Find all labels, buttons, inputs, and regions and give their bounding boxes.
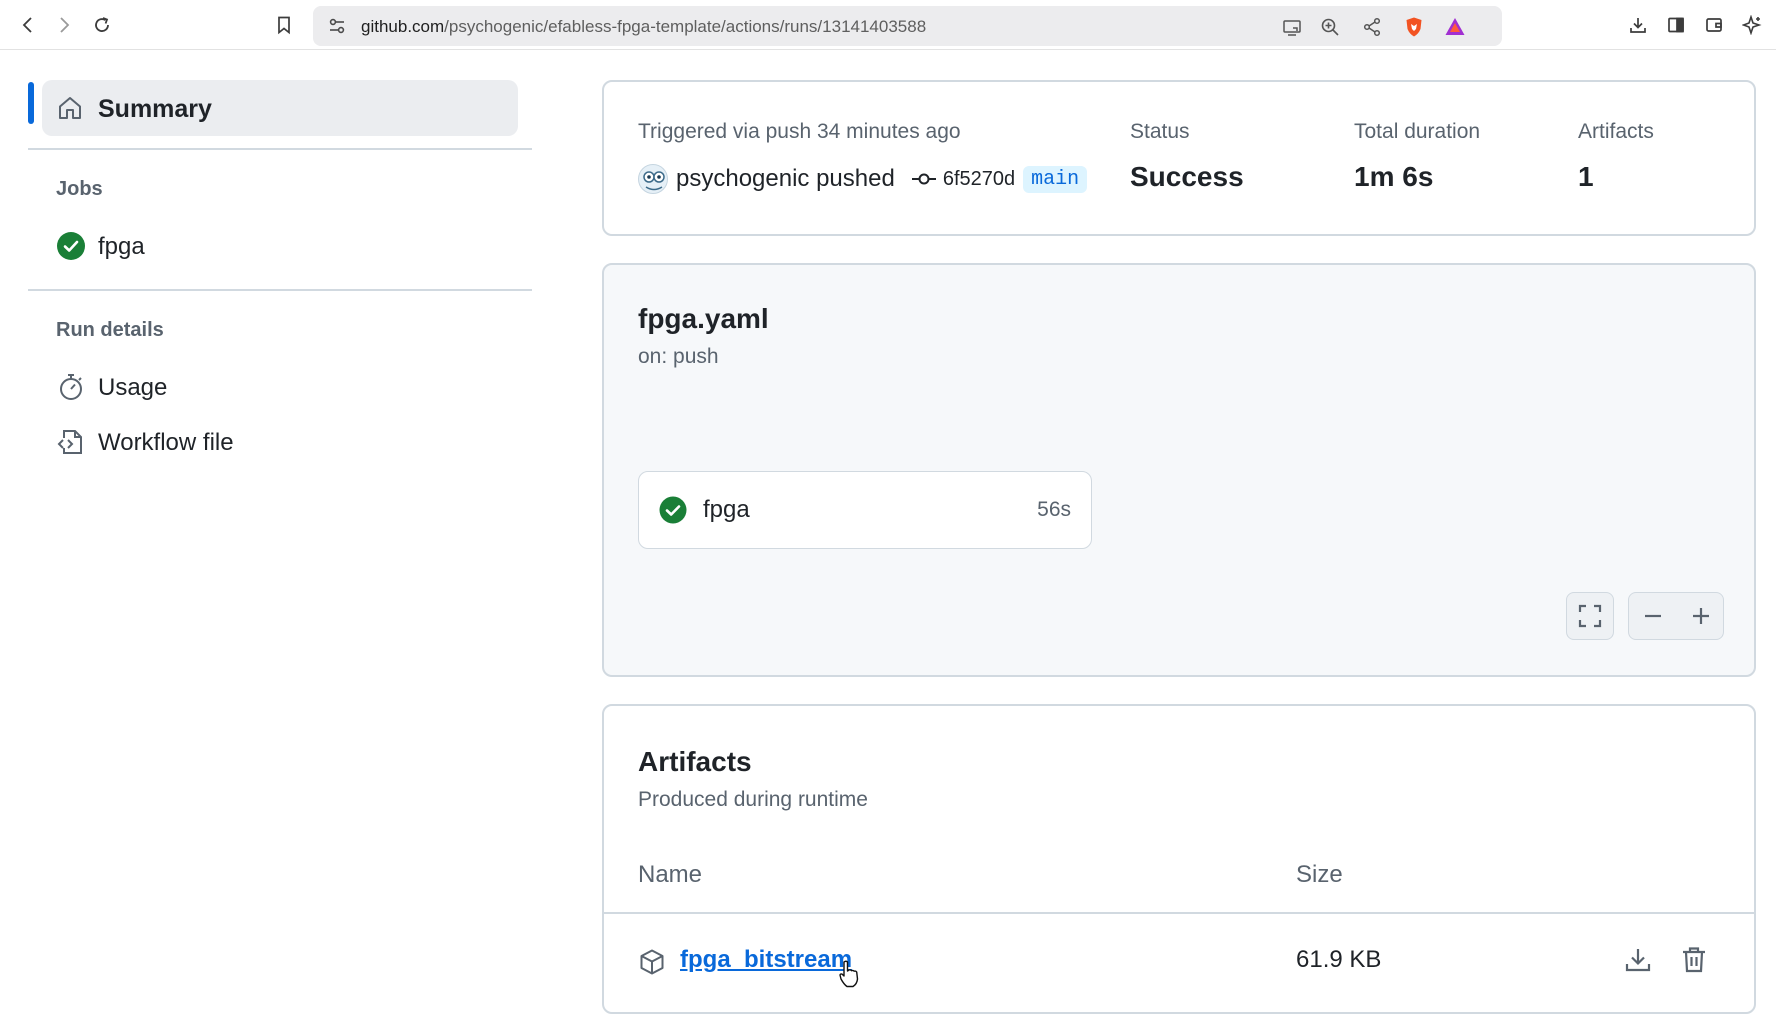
downloads-icon[interactable] [1626, 13, 1650, 37]
branch-badge[interactable]: main [1023, 165, 1088, 193]
back-icon[interactable] [16, 13, 40, 37]
commit-sha-link[interactable]: 6f5270d [943, 168, 1015, 191]
brave-shield-icon[interactable] [1403, 16, 1425, 38]
fullscreen-button[interactable] [1566, 592, 1614, 640]
reload-icon[interactable] [90, 13, 114, 37]
wallet-icon[interactable] [1702, 13, 1726, 37]
sidebar-item-label: fpga [98, 233, 145, 260]
sidebar-item-label: Usage [98, 374, 168, 401]
fullscreen-icon [1578, 604, 1602, 628]
artifacts-subtitle: Produced during runtime [638, 788, 868, 811]
pointer-cursor-icon [838, 960, 860, 988]
sidebar-divider [28, 289, 532, 291]
workflow-trigger: on: push [638, 345, 719, 368]
file-code-icon [56, 427, 86, 457]
delete-artifact-button[interactable] [1678, 944, 1710, 976]
push-info: psychogenic pushed 6f5270d main [638, 162, 1088, 196]
column-header-size: Size [1296, 861, 1343, 888]
address-bar[interactable]: github.com/psychogenic/efabless-fpga-tem… [313, 6, 1502, 46]
workflow-graph-card: fpga.yaml on: push fpga 56s [602, 263, 1756, 677]
job-name: fpga [703, 496, 750, 523]
zoom-in-button[interactable] [1677, 593, 1725, 639]
sidebar-divider [28, 148, 532, 150]
table-row: fpga_bitstream 61.9 KB [604, 914, 1754, 1006]
site-settings-icon[interactable] [327, 16, 347, 36]
minus-icon [1645, 614, 1661, 618]
sidebar-item-summary[interactable]: Summary [42, 80, 518, 136]
artifacts-card: Artifacts Produced during runtime Name S… [602, 704, 1756, 1014]
sidebar-item-label: Workflow file [98, 429, 234, 456]
success-check-icon [56, 231, 86, 261]
leo-ai-icon[interactable] [1740, 13, 1764, 37]
stopwatch-icon [56, 372, 86, 402]
brave-rewards-icon[interactable] [1444, 16, 1466, 38]
package-icon [638, 948, 666, 976]
url-text: github.com/psychogenic/efabless-fpga-tem… [361, 17, 927, 36]
status-label: Status [1130, 120, 1190, 143]
run-summary-card: Triggered via push 34 minutes ago psycho… [602, 80, 1756, 236]
git-commit-icon [911, 173, 936, 185]
column-header-name: Name [638, 861, 703, 888]
status-value: Success [1130, 161, 1244, 192]
download-artifact-button[interactable] [1622, 944, 1654, 976]
plus-icon [1693, 608, 1709, 624]
trash-icon [1683, 947, 1705, 973]
zoom-icon[interactable] [1319, 16, 1341, 38]
cast-icon[interactable] [1281, 16, 1303, 38]
artifacts-count-value[interactable]: 1 [1578, 161, 1594, 193]
active-indicator [28, 82, 34, 124]
run-details-heading: Run details [56, 319, 164, 341]
duration-value: 1m 6s [1354, 161, 1434, 192]
actor-name[interactable]: psychogenic pushed [676, 165, 895, 193]
job-node-fpga[interactable]: fpga 56s [638, 471, 1092, 549]
download-icon [1625, 949, 1651, 972]
sidebar-item-label: Summary [98, 95, 212, 123]
artifact-size: 61.9 KB [1296, 946, 1382, 973]
zoom-out-button[interactable] [1629, 593, 1677, 639]
avatar[interactable] [638, 164, 668, 194]
bookmark-icon[interactable] [272, 13, 296, 37]
duration-label: Total duration [1354, 120, 1481, 143]
workflow-file-title: fpga.yaml [638, 303, 769, 334]
artifacts-count-label: Artifacts [1578, 120, 1654, 143]
home-icon [56, 94, 84, 122]
artifact-download-link[interactable]: fpga_bitstream [680, 946, 852, 974]
artifacts-title: Artifacts [638, 746, 752, 777]
browser-toolbar: github.com/psychogenic/efabless-fpga-tem… [0, 0, 1776, 50]
sidebar-toggle-icon[interactable] [1664, 13, 1688, 37]
success-check-icon [659, 496, 687, 524]
share-icon[interactable] [1361, 16, 1383, 38]
zoom-controls [1628, 592, 1724, 640]
jobs-heading: Jobs [56, 178, 103, 200]
trigger-text: Triggered via push 34 minutes ago [638, 120, 961, 143]
job-duration: 56s [1037, 498, 1071, 521]
forward-icon[interactable] [52, 13, 76, 37]
